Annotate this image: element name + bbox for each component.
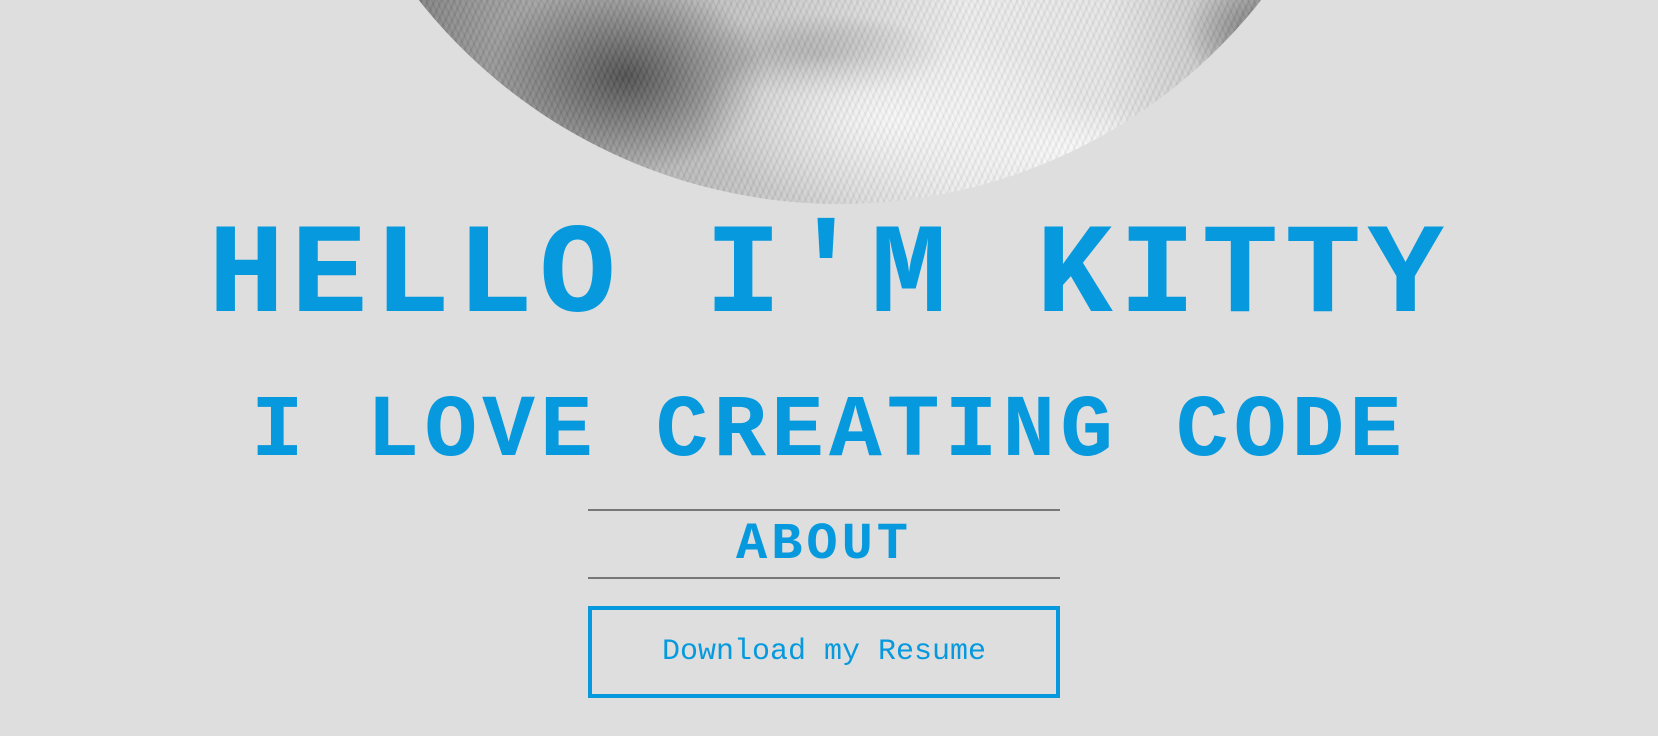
download-resume-label: Download my Resume [661, 635, 987, 669]
profile-photo [305, 0, 1375, 204]
about-link[interactable]: ABOUT [588, 509, 1060, 579]
hero-title: HELLO I'M KITTY [207, 205, 1451, 350]
download-resume-button[interactable]: Download my Resume [588, 606, 1060, 698]
hero-subtitle: I LOVE CREATING CODE [250, 383, 1408, 482]
profile-photo-texture [305, 0, 1375, 204]
